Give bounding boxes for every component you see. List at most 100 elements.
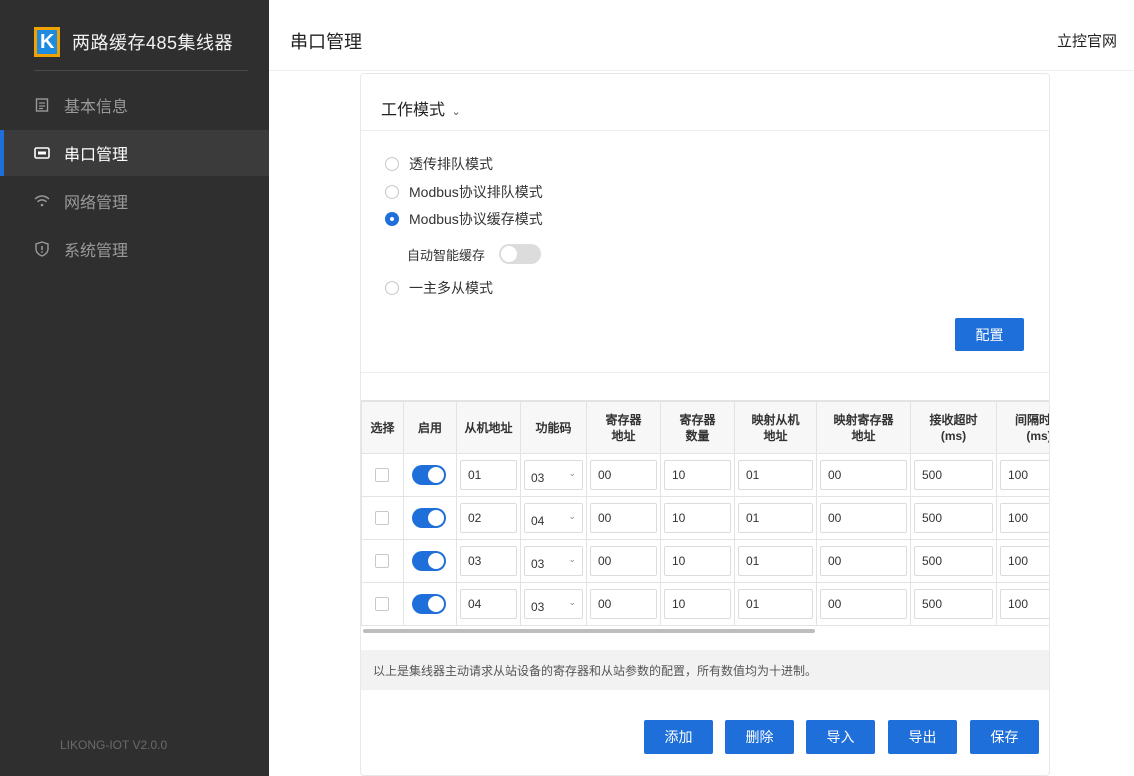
cell-map-slave: 01	[734, 582, 817, 626]
cell-slave-addr: 02	[456, 496, 521, 540]
timeout-input[interactable]: 500	[914, 460, 993, 490]
timeout-input[interactable]: 500	[914, 546, 993, 576]
row-checkbox[interactable]	[375, 468, 389, 482]
reg-addr-input[interactable]: 00	[590, 503, 657, 533]
sidebar-item-label: 基本信息	[64, 99, 129, 116]
cell-enable	[403, 539, 457, 583]
cell-reg-addr: 00	[586, 582, 661, 626]
row-checkbox[interactable]	[375, 554, 389, 568]
version-label: LIKONG-IOT V2.0.0	[60, 738, 168, 752]
cell-map-slave: 01	[734, 453, 817, 497]
map-reg-input[interactable]: 00	[820, 460, 907, 490]
cell-reg-count: 10	[660, 582, 735, 626]
col-header-timeout: 接收超时 (ms)	[910, 401, 997, 454]
map-reg-input[interactable]: 00	[820, 546, 907, 576]
import-button[interactable]: 导入	[806, 720, 875, 754]
slave-addr-input[interactable]: 03	[460, 546, 517, 576]
slave-addr-input[interactable]: 01	[460, 460, 517, 490]
mode-option-modbus-queue[interactable]: Modbus协议排队模式	[385, 182, 543, 202]
func-code-select[interactable]: 03 ⌄	[524, 546, 583, 576]
cell-reg-count: 10	[660, 453, 735, 497]
col-header-func-code: 功能码	[520, 401, 587, 454]
col-header-reg-count: 寄存器 数量	[660, 401, 735, 454]
interval-input[interactable]: 100	[1000, 546, 1049, 576]
cell-reg-count: 10	[660, 539, 735, 583]
chevron-down-icon: ⌄	[568, 467, 576, 478]
reg-count-input[interactable]: 10	[664, 546, 731, 576]
interval-input[interactable]: 100	[1000, 589, 1049, 619]
radio-button[interactable]	[385, 185, 399, 199]
official-site-link[interactable]: 立控官网	[1057, 30, 1117, 51]
interval-input[interactable]: 100	[1000, 460, 1049, 490]
reg-addr-input[interactable]: 00	[590, 589, 657, 619]
enable-toggle[interactable]	[412, 508, 446, 528]
reg-count-input[interactable]: 10	[664, 589, 731, 619]
reg-count-input[interactable]: 10	[664, 503, 731, 533]
radio-button[interactable]	[385, 157, 399, 171]
map-slave-input[interactable]: 01	[738, 503, 813, 533]
col-header-map-slave: 映射从机 地址	[734, 401, 817, 454]
add-button[interactable]: 添加	[644, 720, 713, 754]
cell-enable	[403, 453, 457, 497]
map-slave-input[interactable]: 01	[738, 460, 813, 490]
slave-addr-input[interactable]: 04	[460, 589, 517, 619]
reg-addr-input[interactable]: 00	[590, 460, 657, 490]
work-mode-toggle[interactable]: 工作模式 ⌄	[381, 96, 461, 120]
func-code-select[interactable]: 03 ⌄	[524, 460, 583, 490]
cell-map-reg: 00	[816, 582, 911, 626]
mode-option-passthrough[interactable]: 透传排队模式	[385, 154, 493, 174]
sidebar-item-system[interactable]: 系统管理	[0, 226, 269, 272]
sidebar-item-network[interactable]: 网络管理	[0, 178, 269, 224]
timeout-input[interactable]: 500	[914, 589, 993, 619]
col-header-slave-addr: 从机地址	[456, 401, 521, 454]
func-code-select[interactable]: 03 ⌄	[524, 589, 583, 619]
row-checkbox[interactable]	[375, 597, 389, 611]
cell-reg-addr: 00	[586, 496, 661, 540]
export-button[interactable]: 导出	[888, 720, 957, 754]
radio-button[interactable]	[385, 281, 399, 295]
cell-map-slave: 01	[734, 539, 817, 583]
slave-addr-input[interactable]: 02	[460, 503, 517, 533]
auto-cache-label: 自动智能缓存	[407, 247, 486, 263]
enable-toggle[interactable]	[412, 594, 446, 614]
sidebar: K 两路缓存485集线器 基本信息 串口管理 网络管理 系统管理 LIKONG-…	[0, 0, 269, 776]
cell-map-slave: 01	[734, 496, 817, 540]
map-slave-input[interactable]: 01	[738, 546, 813, 576]
col-header-map-reg: 映射寄存器 地址	[816, 401, 911, 454]
cell-func-code: 03 ⌄	[520, 539, 587, 583]
delete-button[interactable]: 删除	[725, 720, 794, 754]
document-icon	[34, 97, 50, 113]
func-code-value: 03	[531, 600, 545, 614]
table-horizontal-scrollbar[interactable]	[363, 629, 815, 633]
radio-button-checked[interactable]	[385, 212, 399, 226]
cell-select	[361, 453, 404, 497]
cell-func-code: 03 ⌄	[520, 453, 587, 497]
sidebar-item-basic-info[interactable]: 基本信息	[0, 82, 269, 128]
serial-port-icon	[34, 145, 50, 161]
work-mode-card: 工作模式 ⌄ 透传排队模式 Modbus协议排队模式 Modbus协议缓存模式 …	[360, 73, 1050, 776]
shield-icon	[34, 241, 50, 257]
reg-addr-input[interactable]: 00	[590, 546, 657, 576]
save-button[interactable]: 保存	[970, 720, 1039, 754]
interval-input[interactable]: 100	[1000, 503, 1049, 533]
enable-toggle[interactable]	[412, 551, 446, 571]
func-code-select[interactable]: 04 ⌄	[524, 503, 583, 533]
mode-option-modbus-cache[interactable]: Modbus协议缓存模式	[385, 209, 543, 229]
config-button[interactable]: 配置	[955, 318, 1024, 351]
cell-timeout: 500	[910, 539, 997, 583]
table-row: 02 04 ⌄ 00 10 01 00 500 100	[361, 496, 1049, 540]
reg-count-input[interactable]: 10	[664, 460, 731, 490]
row-checkbox[interactable]	[375, 511, 389, 525]
chevron-down-icon: ⌄	[568, 553, 576, 564]
col-header-enable: 启用	[403, 401, 457, 454]
auto-cache-switch[interactable]	[499, 244, 542, 264]
map-reg-input[interactable]: 00	[820, 589, 907, 619]
enable-toggle[interactable]	[412, 465, 446, 485]
map-reg-input[interactable]: 00	[820, 503, 907, 533]
cell-interval: 100	[996, 496, 1049, 540]
mode-option-one-master-multi-slave[interactable]: 一主多从模式	[385, 278, 493, 298]
map-slave-input[interactable]: 01	[738, 589, 813, 619]
sidebar-item-serial[interactable]: 串口管理	[0, 130, 269, 176]
brand-divider	[34, 70, 248, 71]
timeout-input[interactable]: 500	[914, 503, 993, 533]
